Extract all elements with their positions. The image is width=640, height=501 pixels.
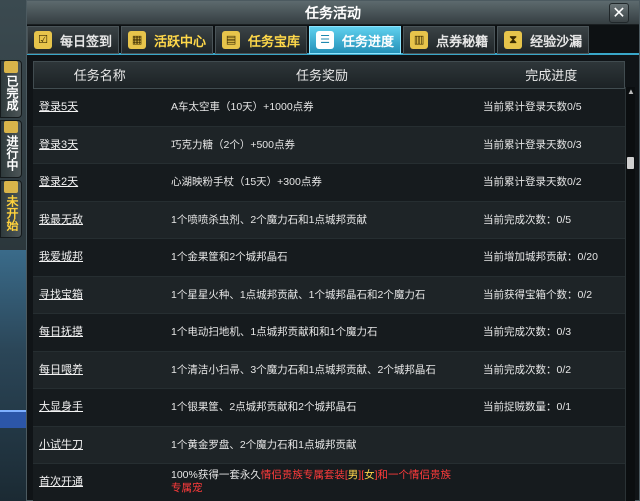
table-row: 登录5天 A车太空車（10天）+1000点券 当前累计登录天数0/5 bbox=[33, 89, 625, 127]
game-screen: 已完成 进行中 未开始 任务活动 ✕ ☑ 每日签到 ▦ 活跃中心 ▤ 任务宝库 … bbox=[0, 0, 640, 501]
scroll-up-icon[interactable]: ▲ bbox=[626, 87, 636, 97]
checkbox-icon: ☑ bbox=[34, 31, 52, 49]
task-name-link[interactable]: 寻找宝箱 bbox=[33, 277, 165, 314]
side-tab-in-progress[interactable]: 进行中 bbox=[0, 120, 22, 178]
task-name-link[interactable]: 首次开通 bbox=[33, 464, 165, 501]
task-progress: 当前获得宝箱个数：0/2 bbox=[483, 288, 593, 301]
task-reward: 1个星星火种、1点城邦贡献、1个城邦晶石和2个魔力石 bbox=[171, 288, 426, 301]
task-name-link[interactable]: 登录3天 bbox=[33, 127, 165, 164]
task-reward: A车太空車（10天）+1000点券 bbox=[171, 101, 314, 113]
task-name-link[interactable]: 大显身手 bbox=[33, 389, 165, 426]
task-name-link[interactable]: 我最无敌 bbox=[33, 202, 165, 239]
progress-icon: ☰ bbox=[316, 31, 335, 49]
task-reward: 1个清洁小扫帚、3个魔力石和1点城邦贡献、2个城邦晶石 bbox=[171, 363, 436, 376]
task-name-link[interactable]: 登录5天 bbox=[33, 89, 165, 126]
table-row: 首次开通 100%获得一套永久情侣贵族专属套装[男][女]和一个情侣贵族 专属宠 bbox=[33, 464, 625, 501]
task-progress: 当前完成次数：0/2 bbox=[483, 363, 572, 376]
task-progress: 当前完成次数：0/3 bbox=[483, 326, 572, 338]
task-progress bbox=[479, 427, 625, 464]
task-reward: 1个银果筐、2点城邦贡献和2个城邦晶石 bbox=[171, 401, 357, 413]
scroll-icon bbox=[4, 181, 18, 193]
task-name-link[interactable]: 登录2天 bbox=[33, 164, 165, 201]
tab-exp-hourglass[interactable]: ⧗ 经验沙漏 bbox=[497, 26, 590, 54]
table-row: 每日喂养 1个清洁小扫帚、3个魔力石和1点城邦贡献、2个城邦晶石 当前完成次数：… bbox=[33, 351, 625, 389]
table-row: 我爱城邦 1个金果筐和2个城邦晶石 当前增加城邦贡献：0/20 bbox=[33, 239, 625, 277]
hourglass-icon: ⧗ bbox=[504, 31, 523, 49]
header-task-reward: 任务奖励 bbox=[296, 68, 349, 83]
game-background-art bbox=[0, 250, 26, 501]
header-task-name: 任务名称 bbox=[73, 68, 126, 83]
task-progress: 当前累计登录天数0/3 bbox=[483, 138, 582, 151]
close-icon: ✕ bbox=[612, 5, 626, 22]
table-row: 登录3天 巧克力糖（2个）+500点券 当前累计登录天数0/3 bbox=[33, 126, 625, 164]
task-progress: 当前增加城邦贡献：0/20 bbox=[483, 251, 598, 263]
task-reward: 1个黄金罗盘、2个魔力石和1点城邦贡献 bbox=[171, 438, 357, 451]
header-progress: 完成进度 bbox=[525, 68, 578, 83]
tab-coupon-guide[interactable]: ▥ 点券秘籍 bbox=[403, 26, 496, 54]
task-reward: 心湖映粉手杖（15天）+300点券 bbox=[171, 176, 322, 188]
tab-task-vault[interactable]: ▤ 任务宝库 bbox=[215, 26, 308, 54]
table-header: 任务名称 任务奖励 完成进度 bbox=[33, 61, 625, 89]
table-row: 小试牛刀 1个黄金罗盘、2个魔力石和1点城邦贡献 bbox=[33, 426, 625, 464]
task-progress: 当前累计登录天数0/2 bbox=[483, 176, 582, 188]
table-row: 大显身手 1个银果筐、2点城邦贡献和2个城邦晶石 当前捉贼数量：0/1 bbox=[33, 389, 625, 427]
quest-status-sidebar: 已完成 进行中 未开始 bbox=[0, 60, 22, 240]
task-progress: 当前捉贼数量：0/1 bbox=[483, 401, 572, 413]
task-reward: 100%获得一套永久情侣贵族专属套装[男][女]和一个情侣贵族 专属宠 bbox=[171, 469, 452, 494]
folder-icon: ▤ bbox=[222, 31, 241, 49]
task-name-link[interactable]: 每日抚摸 bbox=[33, 314, 165, 351]
task-name-link[interactable]: 小试牛刀 bbox=[33, 427, 165, 464]
tab-task-progress[interactable]: ☰ 任务进度 bbox=[309, 26, 402, 54]
task-name-link[interactable]: 我爱城邦 bbox=[33, 239, 165, 276]
tab-activity-center[interactable]: ▦ 活跃中心 bbox=[121, 26, 214, 54]
dialog-title-bar: 任务活动 ✕ bbox=[27, 1, 639, 25]
dialog-title: 任务活动 bbox=[305, 5, 361, 21]
task-reward: 1个电动扫地机、1点城邦贡献和和1个魔力石 bbox=[171, 326, 378, 338]
table-row: 登录2天 心湖映粉手杖（15天）+300点券 当前累计登录天数0/2 bbox=[33, 164, 625, 202]
tab-bar: ☑ 每日签到 ▦ 活跃中心 ▤ 任务宝库 ☰ 任务进度 ▥ 点券秘籍 ⧗ 经验沙… bbox=[27, 25, 639, 55]
task-progress: 当前完成次数：0/5 bbox=[483, 213, 572, 226]
treasure-icon bbox=[4, 121, 18, 133]
table-row: 我最无敌 1个喷喷杀虫剂、2个魔力石和1点城邦贡献 当前完成次数：0/5 bbox=[33, 201, 625, 239]
task-progress-table: 任务名称 任务奖励 完成进度 登录5天 A车太空車（10天）+1000点券 当前… bbox=[33, 61, 625, 501]
tab-daily-checkin[interactable]: ☑ 每日签到 bbox=[27, 26, 120, 54]
table-row: 每日抚摸 1个电动扫地机、1点城邦贡献和和1个魔力石 当前完成次数：0/3 bbox=[33, 314, 625, 352]
treasure-icon bbox=[4, 61, 18, 73]
close-button[interactable]: ✕ bbox=[609, 3, 629, 23]
task-name-link[interactable]: 每日喂养 bbox=[33, 352, 165, 389]
task-reward: 1个金果筐和2个城邦晶石 bbox=[171, 251, 288, 263]
book-icon: ▥ bbox=[410, 31, 429, 49]
task-reward: 巧克力糖（2个）+500点券 bbox=[171, 138, 295, 151]
task-progress: 当前累计登录天数0/5 bbox=[483, 101, 582, 113]
task-activity-dialog: 任务活动 ✕ ☑ 每日签到 ▦ 活跃中心 ▤ 任务宝库 ☰ 任务进度 ▥ 点券秘 bbox=[26, 0, 640, 501]
task-reward: 1个喷喷杀虫剂、2个魔力石和1点城邦贡献 bbox=[171, 213, 368, 226]
calendar-icon: ▦ bbox=[128, 31, 147, 49]
scrollbar-thumb[interactable] bbox=[627, 157, 634, 169]
table-row: 寻找宝箱 1个星星火种、1点城邦贡献、1个城邦晶石和2个魔力石 当前获得宝箱个数… bbox=[33, 276, 625, 314]
table-scrollbar[interactable]: ▲ bbox=[625, 87, 635, 501]
task-progress bbox=[479, 464, 625, 501]
table-body: 登录5天 A车太空車（10天）+1000点券 当前累计登录天数0/5 登录3天 … bbox=[33, 89, 625, 501]
side-tab-not-started[interactable]: 未开始 bbox=[0, 180, 22, 238]
side-tab-completed[interactable]: 已完成 bbox=[0, 60, 22, 118]
